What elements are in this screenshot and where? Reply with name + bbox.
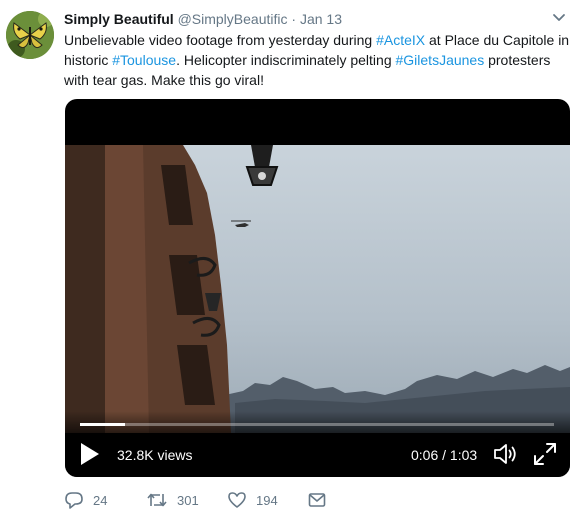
retweet-icon: [147, 493, 167, 507]
tweet: Simply Beautiful @SimplyBeautific · Jan …: [0, 0, 578, 513]
user-handle[interactable]: @SimplyBeautific: [178, 11, 288, 27]
video-player[interactable]: 32.8K views 0:06 / 1:03: [65, 99, 570, 477]
tweet-text: Unbelievable video footage from yesterda…: [64, 30, 572, 90]
video-controls: 32.8K views 0:06 / 1:03: [65, 411, 570, 477]
fullscreen-icon: [534, 443, 556, 465]
retweet-count: 301: [177, 492, 199, 508]
hashtag-toulouse[interactable]: #Toulouse: [112, 52, 176, 68]
tweet-header: Simply Beautiful @SimplyBeautific · Jan …: [64, 10, 342, 28]
volume-button[interactable]: [493, 441, 519, 467]
reply-icon: [65, 492, 83, 509]
display-name[interactable]: Simply Beautiful: [64, 11, 174, 27]
chevron-down-icon[interactable]: [551, 11, 567, 25]
timestamp[interactable]: Jan 13: [300, 11, 342, 27]
retweet-button[interactable]: 301: [146, 489, 199, 511]
hashtag-giletsjaunes[interactable]: #GiletsJaunes: [396, 52, 485, 68]
play-button[interactable]: [79, 441, 101, 467]
butterfly-icon: [6, 11, 54, 59]
envelope-icon: [308, 493, 326, 507]
volume-icon: [494, 444, 516, 464]
play-icon: [81, 443, 99, 465]
view-count: 32.8K views: [117, 447, 193, 463]
video-frame[interactable]: [65, 145, 570, 433]
tweet-text-part: Unbelievable video footage from yesterda…: [64, 32, 377, 48]
reply-count: 24: [93, 492, 108, 508]
avatar[interactable]: [6, 11, 54, 59]
direct-message-button[interactable]: [307, 489, 327, 511]
heart-icon: [228, 492, 246, 508]
progress-bar[interactable]: [80, 423, 554, 426]
playback-time: 0:06 / 1:03: [411, 447, 478, 463]
like-count: 194: [256, 492, 278, 508]
reply-button[interactable]: 24: [64, 489, 107, 511]
fullscreen-button[interactable]: [532, 441, 558, 467]
separator: ·: [291, 11, 297, 27]
tweet-text-part: . Helicopter indiscriminately pelting: [176, 52, 396, 68]
like-button[interactable]: 194: [227, 489, 278, 511]
hashtag-acteix[interactable]: #ActeIX: [376, 32, 425, 48]
progress-fill: [80, 423, 126, 426]
tweet-actions: 24 301 194: [64, 489, 364, 511]
